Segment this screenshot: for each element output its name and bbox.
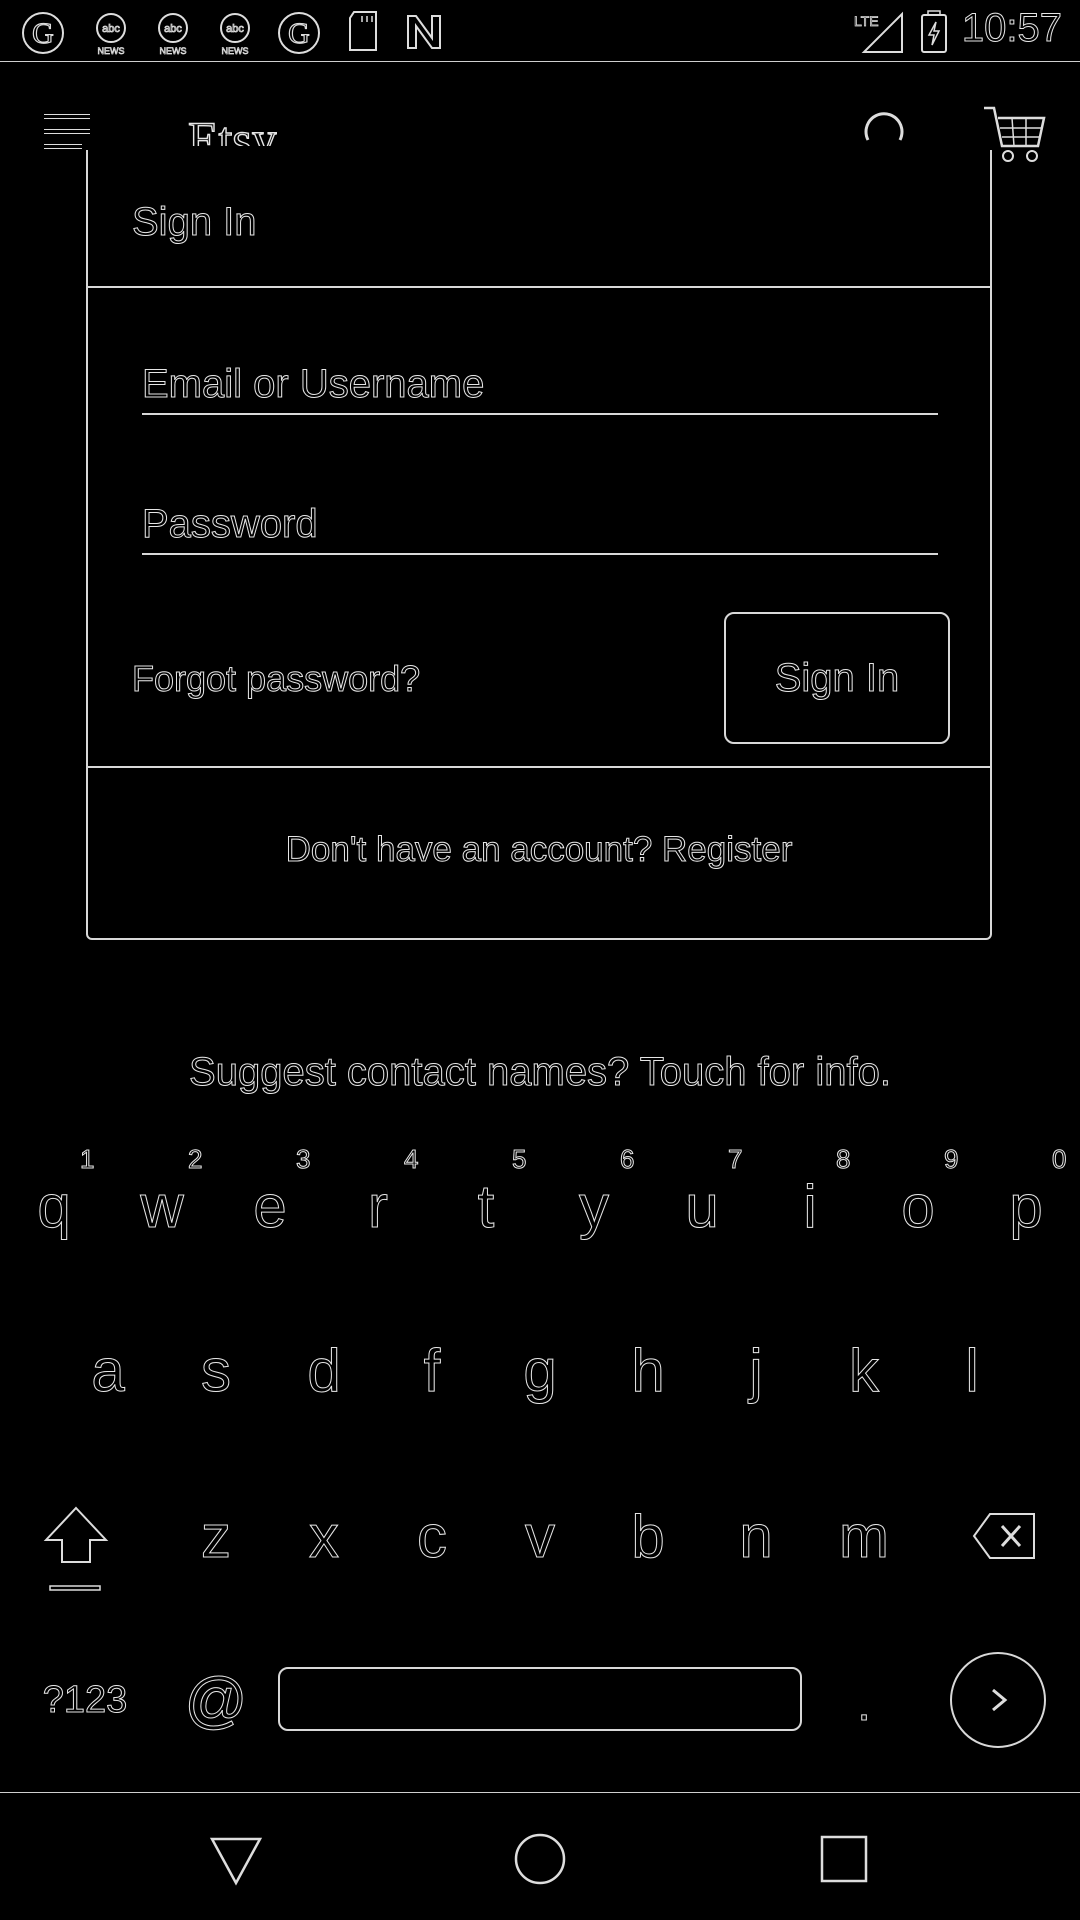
svg-text:abc: abc bbox=[226, 23, 244, 35]
status-bar: G abc NEWS abc NEWS abc NEWS G LTE 10:57 bbox=[0, 0, 1080, 62]
key-b[interactable]: b bbox=[598, 1476, 698, 1596]
sign-in-button[interactable]: Sign In bbox=[724, 612, 950, 744]
key-l[interactable]: l bbox=[922, 1310, 1022, 1430]
key-h[interactable]: h bbox=[598, 1310, 698, 1430]
svg-text:G: G bbox=[32, 17, 54, 50]
email-field[interactable]: Email or Username bbox=[142, 362, 938, 415]
key-r[interactable]: r bbox=[328, 1146, 428, 1266]
key-v[interactable]: v bbox=[490, 1476, 590, 1596]
clock: 10:57 bbox=[961, 6, 1062, 51]
card-divider bbox=[88, 766, 990, 768]
key-o[interactable]: o bbox=[868, 1146, 968, 1266]
key-x[interactable]: x bbox=[274, 1476, 374, 1596]
key-d[interactable]: d bbox=[274, 1310, 374, 1430]
key-g[interactable]: g bbox=[490, 1310, 590, 1430]
key-n[interactable]: n bbox=[706, 1476, 806, 1596]
key-q[interactable]: q bbox=[4, 1146, 104, 1266]
app-title: Etsy bbox=[188, 110, 277, 146]
key-u[interactable]: u bbox=[652, 1146, 752, 1266]
back-icon[interactable] bbox=[208, 1831, 264, 1887]
svg-text:NEWS: NEWS bbox=[160, 46, 187, 56]
svg-text:NEWS: NEWS bbox=[98, 46, 125, 56]
forgot-password-link[interactable]: Forgot password? bbox=[131, 658, 420, 700]
card-header: Sign In bbox=[88, 150, 990, 288]
menu-icon[interactable] bbox=[44, 114, 94, 154]
email-placeholder: Email or Username bbox=[142, 362, 485, 407]
chevron-right-icon bbox=[992, 1688, 1008, 1712]
password-field[interactable]: Password bbox=[142, 502, 938, 555]
key-p[interactable]: p bbox=[976, 1146, 1076, 1266]
home-icon[interactable] bbox=[512, 1831, 568, 1887]
screen: G abc NEWS abc NEWS abc NEWS G LTE 10:57… bbox=[0, 0, 1080, 1920]
n-icon bbox=[407, 15, 441, 49]
key-t[interactable]: t bbox=[436, 1146, 536, 1266]
g-icon: G bbox=[278, 12, 320, 54]
navigation-bar bbox=[0, 1792, 1080, 1920]
abc-news-icon: abc NEWS bbox=[158, 13, 188, 56]
network-label: LTE bbox=[854, 13, 879, 29]
svg-text:abc: abc bbox=[164, 23, 182, 35]
abc-news-icon: abc NEWS bbox=[220, 13, 250, 56]
key-j[interactable]: j bbox=[706, 1310, 806, 1430]
register-link[interactable]: Don't have an account? Register bbox=[88, 830, 990, 870]
key-f[interactable]: f bbox=[382, 1310, 482, 1430]
key-m[interactable]: m bbox=[814, 1476, 914, 1596]
signal-icon: LTE bbox=[854, 11, 903, 53]
svg-text:abc: abc bbox=[102, 23, 120, 35]
g-icon: G bbox=[22, 12, 64, 54]
battery-icon bbox=[921, 10, 947, 53]
key-a[interactable]: a bbox=[58, 1310, 158, 1430]
enter-key[interactable] bbox=[950, 1652, 1046, 1748]
keyboard-suggestion[interactable]: Suggest contact names? Touch for info. bbox=[0, 1050, 1080, 1095]
key-z[interactable]: z bbox=[166, 1476, 266, 1596]
key-w[interactable]: w bbox=[112, 1146, 212, 1266]
abc-news-icon: abc NEWS bbox=[96, 13, 126, 56]
period-key[interactable]: . bbox=[814, 1644, 914, 1764]
at-key[interactable]: @ bbox=[166, 1640, 266, 1760]
backspace-icon[interactable] bbox=[970, 1508, 1040, 1564]
key-e[interactable]: e bbox=[220, 1146, 320, 1266]
key-y[interactable]: y bbox=[544, 1146, 644, 1266]
symbols-key[interactable]: ?123 bbox=[30, 1640, 140, 1760]
space-bar[interactable] bbox=[278, 1667, 802, 1731]
key-i[interactable]: i bbox=[760, 1146, 860, 1266]
svg-text:NEWS: NEWS bbox=[222, 46, 249, 56]
sd-card-icon bbox=[349, 11, 377, 51]
card-title: Sign In bbox=[132, 200, 258, 245]
recents-icon[interactable] bbox=[816, 1831, 872, 1887]
key-c[interactable]: c bbox=[382, 1476, 482, 1596]
shift-icon[interactable] bbox=[40, 1500, 112, 1596]
key-s[interactable]: s bbox=[166, 1310, 266, 1430]
svg-text:G: G bbox=[288, 17, 310, 50]
sign-in-card: Sign In Email or Username Password Forgo… bbox=[86, 150, 992, 940]
key-k[interactable]: k bbox=[814, 1310, 914, 1430]
password-placeholder: Password bbox=[142, 502, 319, 547]
